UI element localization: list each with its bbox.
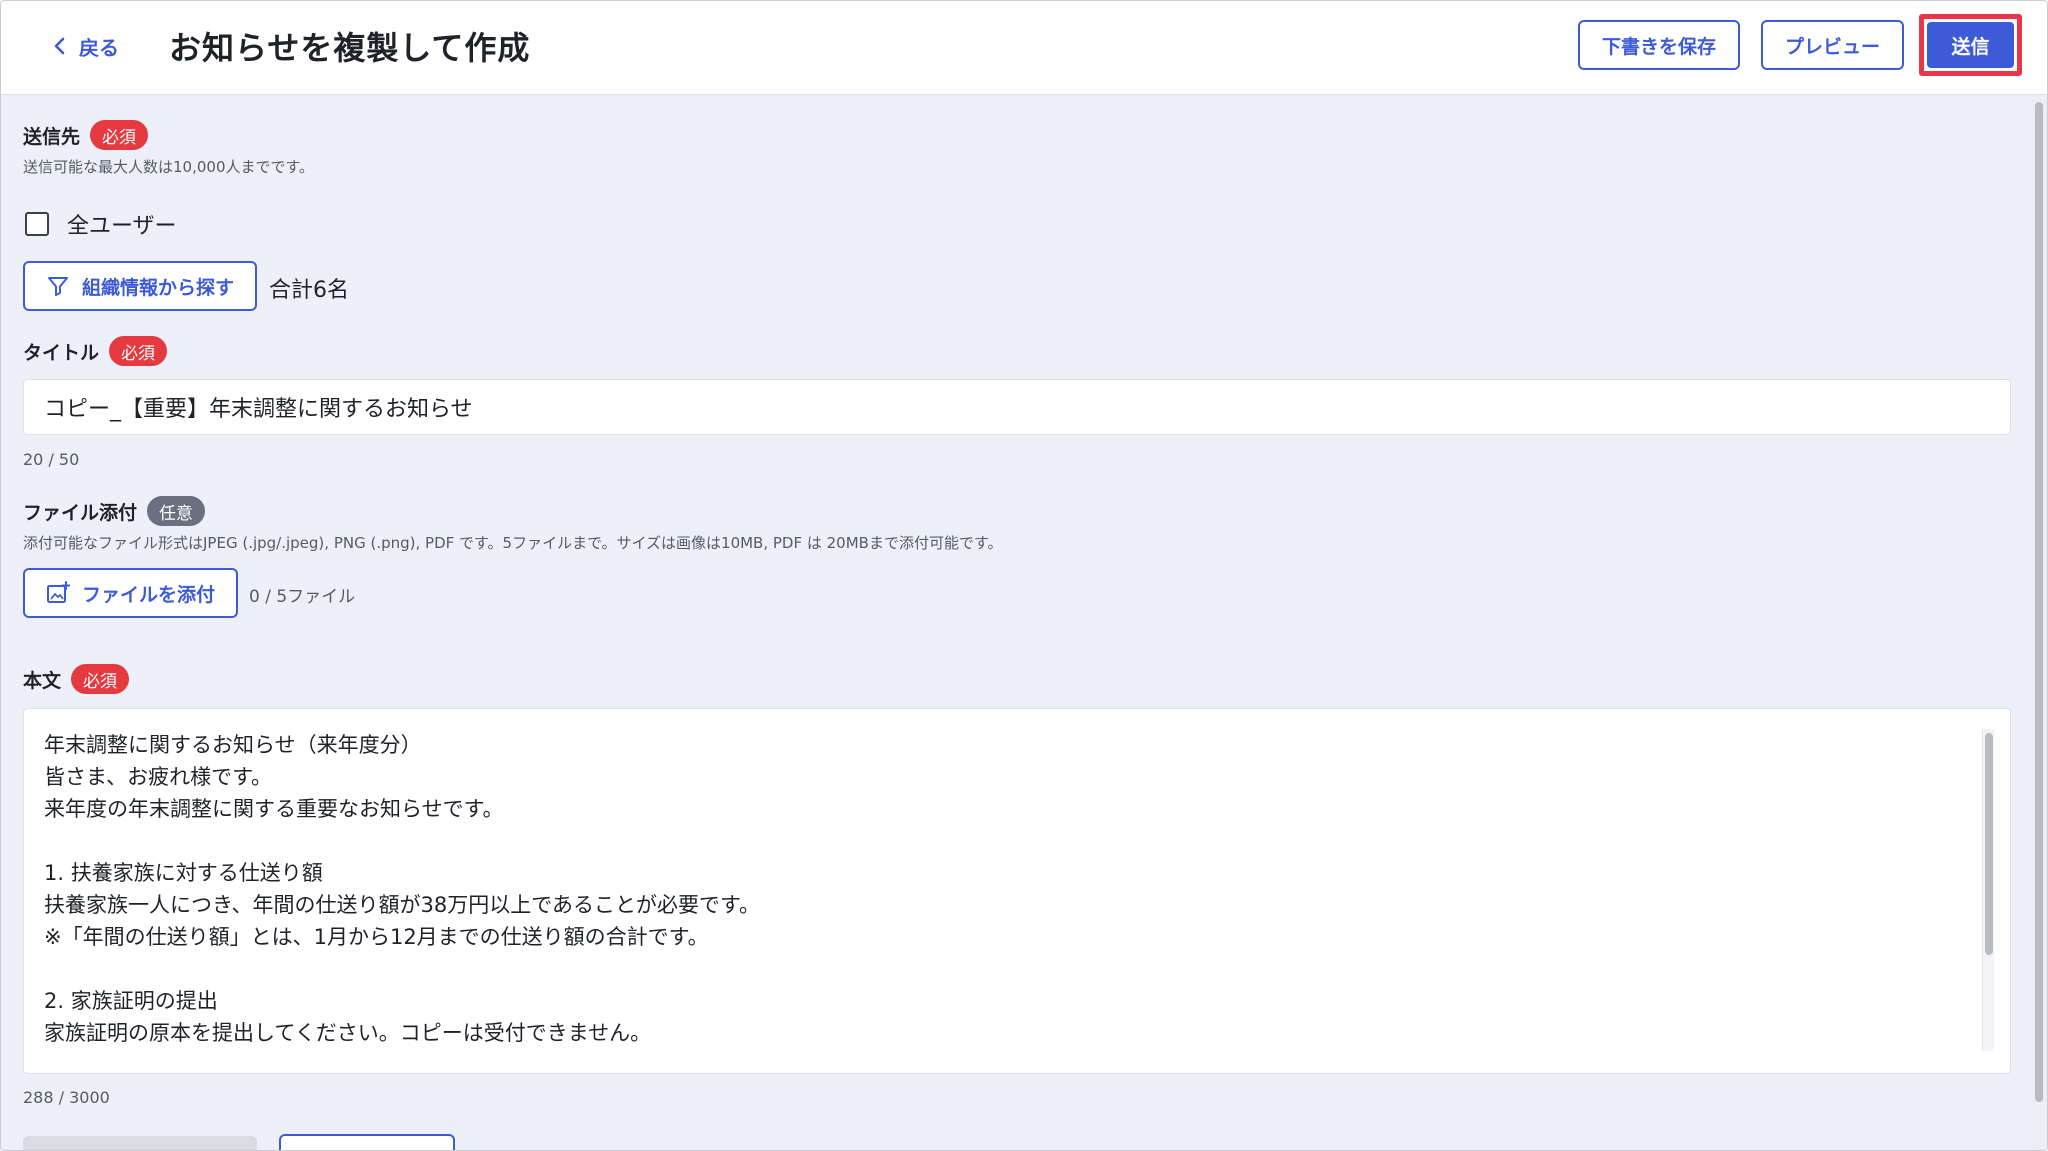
attachment-hint: 添付可能なファイル形式はJPEG (.jpg/.jpeg), PNG (.png… (23, 534, 1003, 552)
body-textarea[interactable]: 年末調整に関するお知らせ（来年度分） 皆さま、お疲れ様です。 来年度の年末調整に… (23, 708, 2011, 1074)
back-link[interactable]: 戻る (53, 29, 119, 63)
required-badge: 必須 (71, 664, 130, 694)
body-line: 2. 家族証明の提出 (44, 989, 218, 1013)
title-label: タイトル (23, 341, 100, 364)
recipients-label-row: 送信先 必須 (23, 120, 149, 150)
body-line: 扶養家族一人につき、年間の仕送り額が38万円以上であることが必要です。 (44, 893, 760, 917)
title-input[interactable]: コピー_【重要】年末調整に関するお知らせ (23, 379, 2011, 435)
title-input-value: コピー_【重要】年末調整に関するお知らせ (44, 397, 473, 422)
all-users-checkbox[interactable] (25, 212, 49, 236)
page-scrollbar-thumb[interactable] (2035, 102, 2043, 1102)
attach-file-button[interactable]: ファイルを添付 (23, 568, 238, 618)
body-line: ※「年間の仕送り額」とは、1月から12月までの仕送り額の合計です。 (44, 925, 709, 949)
preview-button[interactable]: プレビュー (1761, 20, 1904, 70)
body-line: 家族証明の原本を提出してください。コピーは受付できません。 (44, 1021, 652, 1045)
page-title: お知らせを複製して作成 (169, 29, 531, 67)
form-content: 送信先 必須 送信可能な最大人数は10,000人までです。 全ユーザー 組織情報… (1, 96, 2031, 1150)
attachment-label-row: ファイル添付 任意 (23, 496, 206, 526)
attach-file-label: ファイルを添付 (81, 583, 215, 606)
send-button[interactable]: 送信 (1927, 22, 2014, 68)
body-scrollbar-thumb[interactable] (1985, 733, 1993, 955)
back-label: 戻る (79, 35, 119, 60)
image-add-icon (46, 581, 70, 603)
org-search-button[interactable]: 組織情報から探す (23, 261, 257, 311)
title-label-row: タイトル 必須 (23, 336, 168, 366)
all-users-label: 全ユーザー (67, 214, 177, 239)
recipients-label: 送信先 (23, 125, 81, 148)
body-line (44, 953, 760, 985)
body-line: 皆さま、お疲れ様です。 (44, 765, 273, 789)
org-search-label: 組織情報から探す (81, 276, 234, 299)
body-line: 年末調整に関するお知らせ（来年度分） (44, 733, 422, 757)
title-char-counter: 20 / 50 (23, 450, 80, 469)
body-scrollbar[interactable] (1982, 729, 1994, 1051)
page-scrollbar[interactable] (2031, 96, 2047, 1150)
body-text: 年末調整に関するお知らせ（来年度分） 皆さま、お疲れ様です。 来年度の年末調整に… (44, 729, 760, 1049)
attachment-label: ファイル添付 (23, 501, 138, 524)
bottom-action-button[interactable] (23, 1136, 257, 1150)
body-label-row: 本文 必須 (23, 664, 130, 694)
required-badge: 必須 (109, 336, 168, 366)
save-draft-button[interactable]: 下書きを保存 (1578, 20, 1740, 70)
chevron-left-icon (54, 37, 65, 55)
file-count: 0 / 5ファイル (249, 587, 356, 607)
recipients-hint: 送信可能な最大人数は10,000人までです。 (23, 158, 314, 176)
all-users-checkbox-row[interactable]: 全ユーザー (25, 208, 177, 240)
required-badge: 必須 (90, 120, 149, 150)
recipient-total: 合計6名 (269, 278, 349, 303)
body-line: 来年度の年末調整に関する重要なお知らせです。 (44, 797, 504, 821)
optional-badge: 任意 (147, 496, 206, 526)
body-label: 本文 (23, 669, 62, 692)
filter-icon (47, 277, 68, 296)
body-char-counter: 288 / 3000 (23, 1088, 110, 1107)
bottom-outline-button[interactable] (279, 1134, 455, 1150)
body-line (44, 825, 760, 857)
app-window: 戻る お知らせを複製して作成 下書きを保存 プレビュー 送信 送信先 必須 送信… (0, 0, 2048, 1151)
page-header: 戻る お知らせを複製して作成 下書きを保存 プレビュー 送信 (1, 1, 2047, 95)
body-line: 1. 扶養家族に対する仕送り額 (44, 861, 323, 885)
